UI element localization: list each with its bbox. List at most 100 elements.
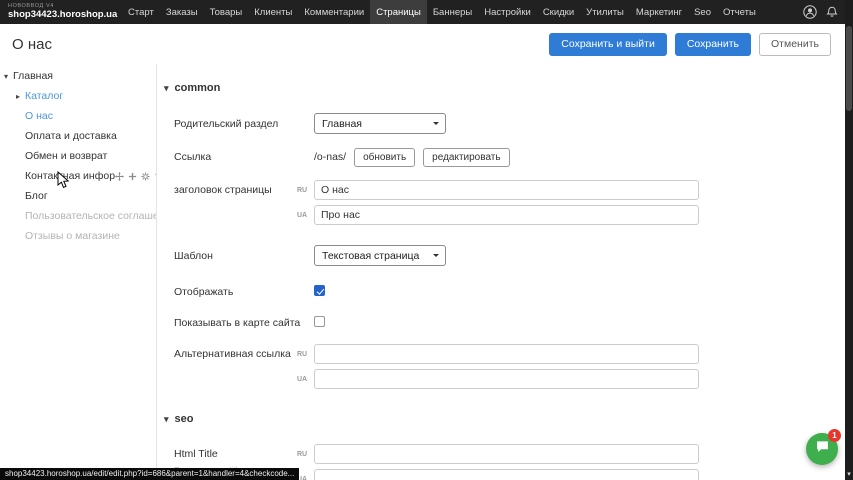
sidebar-item-label: О нас [25,110,53,122]
parent-section-row: Родительский раздел Главная [158,113,845,134]
page-title-label: заголовок страницы [174,180,314,200]
html-title-ua-input[interactable] [314,469,699,480]
sidebar-item-store-reviews[interactable]: Отзывы о магазине [0,226,156,246]
sidebar-item-exchange-return[interactable]: Обмен и возврат [0,146,156,166]
page-title: О нас [0,36,52,53]
sidebar-item-catalog[interactable]: ▸ Каталог [0,86,156,106]
lang-ru-label: RU [297,351,307,358]
sidebar-item-label: Пользовательское соглашение [25,210,156,222]
alt-link-ru-input[interactable] [314,344,699,364]
section-title: common [175,82,221,94]
alt-link-row: Альтернативная ссылка RU UA [158,344,845,389]
display-checkbox[interactable] [314,285,325,296]
header-actions: Сохранить и выйти Сохранить Отменить [549,33,845,56]
scroll-down-icon[interactable]: ▾ [845,470,853,478]
menu-item-banners[interactable]: Баннеры [427,0,478,24]
cancel-button[interactable]: Отменить [759,33,831,56]
status-link-preview: shop34423.horoshop.ua/edit/edit.php?id=6… [0,468,299,480]
menu-item-reports[interactable]: Отчеты [717,0,762,24]
save-button[interactable]: Сохранить [675,33,751,56]
main-menu: Старт Заказы Товары Клиенты Комментарии … [122,0,762,24]
page-edit-form: ▾ common Родительский раздел Главная Ссы… [158,64,845,480]
display-row: Отображать [158,282,845,302]
brand-logo[interactable]: НОВОВВОД V4 shop34423.horoshop.ua [0,4,122,20]
selected-value: Главная [322,118,362,130]
menu-item-start[interactable]: Старт [122,0,160,24]
link-edit-button[interactable]: редактировать [423,148,509,167]
add-icon[interactable] [128,172,137,181]
menu-item-seo[interactable]: Seo [688,0,717,24]
chat-launcher-button[interactable]: 1 [806,433,838,465]
section-title: seo [175,413,194,425]
page-title-row: заголовок страницы RU UA [158,180,845,225]
lang-ru-label: RU [297,187,307,194]
caret-right-icon: ▸ [16,92,25,101]
section-common-header[interactable]: ▾ common [164,78,845,98]
link-row: Ссылка /o-nas/ обновить редактировать [158,147,845,167]
caret-down-icon: ▾ [164,414,169,425]
template-label: Шаблон [174,246,314,266]
template-row: Шаблон Текстовая страница [158,245,845,266]
sitemap-row: Показывать в карте сайта [158,313,845,333]
scrollbar-thumb[interactable] [846,26,852,111]
selected-value: Текстовая страница [322,250,419,262]
page-title-ua-input[interactable] [314,205,699,225]
menu-item-clients[interactable]: Клиенты [248,0,298,24]
sidebar-item-blog[interactable]: Блог [0,186,156,206]
topbar: НОВОВВОД V4 shop34423.horoshop.ua Старт … [0,0,853,24]
page-title-ru-input[interactable] [314,180,699,200]
link-label: Ссылка [174,147,314,167]
alt-link-ua-input[interactable] [314,369,699,389]
sitemap-label: Показывать в карте сайта [174,313,314,333]
lang-ua-label: UA [297,212,307,219]
pages-tree-sidebar: ▾ Главная ▸ Каталог О нас Оплата и доста… [0,64,157,480]
page-scrollbar[interactable]: ▾ [845,0,853,480]
menu-item-comments[interactable]: Комментарии [298,0,370,24]
menu-item-settings[interactable]: Настройки [478,0,537,24]
sidebar-item-about-us[interactable]: О нас [0,106,156,126]
menu-item-utilities[interactable]: Утилиты [580,0,630,24]
sidebar-item-payment-delivery[interactable]: Оплата и доставка [0,126,156,146]
sidebar-item-home[interactable]: ▾ Главная [0,66,156,86]
parent-section-label: Родительский раздел [174,114,314,134]
page-header: О нас Сохранить и выйти Сохранить Отмени… [0,24,845,64]
lang-ru-label: RU [297,451,307,458]
template-select[interactable]: Текстовая страница [314,245,446,266]
section-seo-header[interactable]: ▾ seo [164,409,845,429]
sidebar-item-label: Блог [25,190,48,202]
sidebar-item-contact-info[interactable]: Контактная инфор [0,166,156,186]
gear-icon[interactable] [141,172,150,181]
tree-item-tools [115,172,156,181]
menu-item-pages[interactable]: Страницы [370,0,427,24]
brand-domain: shop34423.horoshop.ua [8,10,122,20]
menu-item-orders[interactable]: Заказы [160,0,204,24]
parent-section-select[interactable]: Главная [314,113,446,134]
save-and-exit-button[interactable]: Сохранить и выйти [549,33,667,56]
link-path-value: /o-nas/ [314,151,346,163]
sitemap-checkbox[interactable] [314,316,325,327]
sidebar-item-label: Контактная инфор [25,170,115,182]
menu-item-products[interactable]: Товары [204,0,249,24]
caret-down-icon: ▾ [4,72,13,81]
sidebar-item-label: Каталог [25,90,63,102]
sidebar-item-label: Главная [13,70,53,82]
sidebar-item-label: Оплата и доставка [25,130,117,142]
alt-link-label: Альтернативная ссылка [174,344,314,364]
notifications-icon[interactable] [825,5,839,19]
admin-screen: НОВОВВОД V4 shop34423.horoshop.ua Старт … [0,0,853,480]
menu-item-marketing[interactable]: Маркетинг [630,0,688,24]
account-icon[interactable] [803,5,817,19]
chat-bubble-icon [815,439,830,459]
sidebar-item-label: Обмен и возврат [25,150,107,162]
sidebar-item-label: Отзывы о магазине [25,230,120,242]
html-title-ru-input[interactable] [314,444,699,464]
move-icon[interactable] [115,172,124,181]
link-update-button[interactable]: обновить [354,148,415,167]
caret-down-icon: ▾ [164,83,169,94]
menu-item-discounts[interactable]: Скидки [537,0,580,24]
delete-icon[interactable] [154,172,156,181]
lang-ua-label: UA [297,376,307,383]
display-label: Отображать [174,282,314,302]
chat-unread-badge: 1 [828,429,841,442]
sidebar-item-user-agreement[interactable]: Пользовательское соглашение [0,206,156,226]
